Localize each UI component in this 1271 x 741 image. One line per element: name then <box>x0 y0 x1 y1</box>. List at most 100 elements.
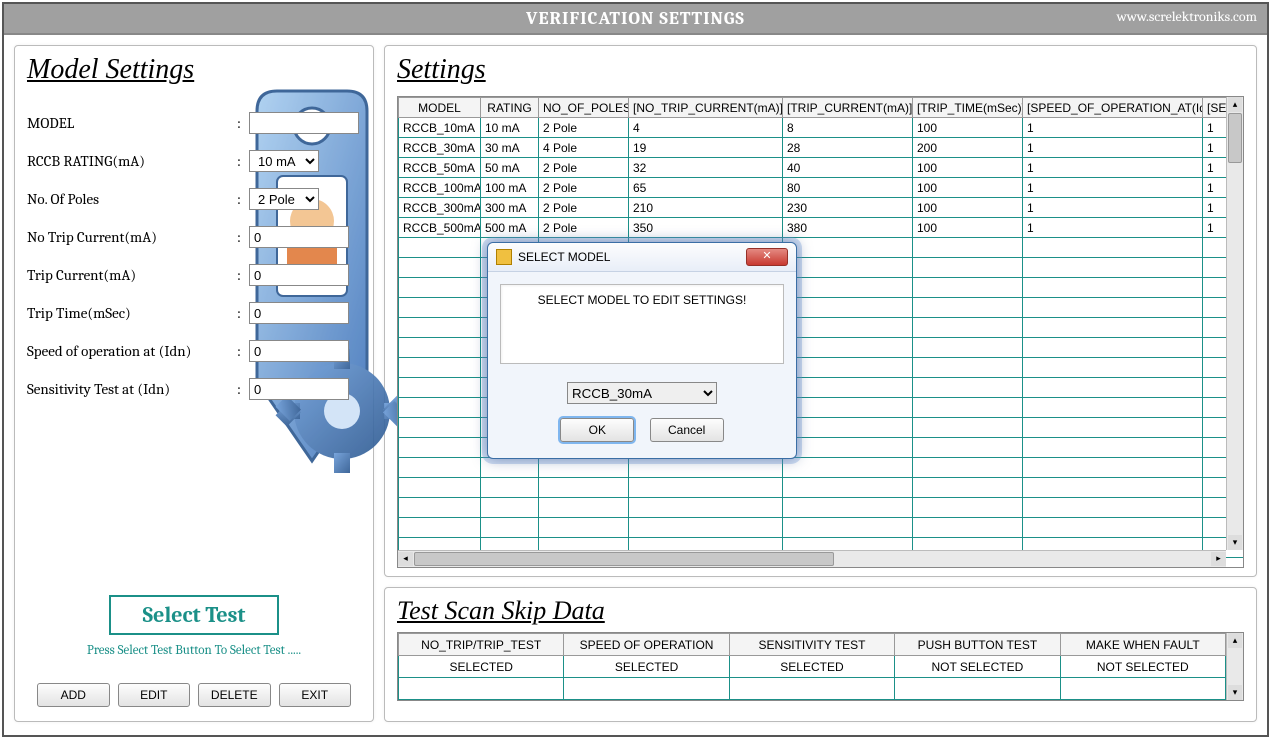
dialog-model-select[interactable]: RCCB_30mA <box>567 382 717 404</box>
skip-cell[interactable] <box>895 678 1060 700</box>
table-cell[interactable] <box>1023 258 1203 278</box>
table-cell[interactable]: 8 <box>783 118 913 138</box>
table-cell[interactable]: 1 <box>1023 198 1203 218</box>
table-cell[interactable]: RCCB_10mA <box>399 118 481 138</box>
table-cell[interactable] <box>913 398 1023 418</box>
triptime-input[interactable] <box>249 302 349 324</box>
table-cell[interactable] <box>399 278 481 298</box>
table-cell[interactable]: 2 Pole <box>539 218 629 238</box>
table-cell[interactable] <box>539 458 629 478</box>
table-cell[interactable]: RCCB_300mA <box>399 198 481 218</box>
table-cell[interactable] <box>629 498 783 518</box>
table-cell[interactable] <box>1023 398 1203 418</box>
table-cell[interactable] <box>783 358 913 378</box>
table-row[interactable]: RCCB_300mA300 mA2 Pole21023010011 <box>399 198 1245 218</box>
table-cell[interactable] <box>539 478 629 498</box>
table-cell[interactable] <box>913 478 1023 498</box>
table-cell[interactable]: 350 <box>629 218 783 238</box>
settings-column-header[interactable]: [TRIP_TIME(mSec)] <box>913 98 1023 118</box>
table-cell[interactable]: 50 mA <box>481 158 539 178</box>
table-cell[interactable] <box>783 478 913 498</box>
table-cell[interactable] <box>913 238 1023 258</box>
table-cell[interactable] <box>399 238 481 258</box>
dialog-titlebar[interactable]: SELECT MODEL ✕ <box>488 243 796 272</box>
skip-column-header[interactable]: MAKE WHEN FAULT <box>1060 634 1225 656</box>
scroll-down-arrow-icon[interactable]: ▾ <box>1228 685 1242 700</box>
table-cell[interactable] <box>1023 338 1203 358</box>
settings-column-header[interactable]: [NO_TRIP_CURRENT(mA)] <box>629 98 783 118</box>
scroll-up-arrow-icon[interactable]: ▴ <box>1228 633 1242 648</box>
table-cell[interactable] <box>1023 378 1203 398</box>
table-cell[interactable] <box>913 358 1023 378</box>
table-cell[interactable]: 4 <box>629 118 783 138</box>
table-cell[interactable] <box>399 498 481 518</box>
table-cell[interactable] <box>913 298 1023 318</box>
table-cell[interactable] <box>399 458 481 478</box>
table-cell[interactable]: RCCB_500mA <box>399 218 481 238</box>
table-cell[interactable] <box>399 358 481 378</box>
skip-cell[interactable]: SELECTED <box>729 656 894 678</box>
rating-select[interactable]: 10 mA <box>249 150 319 172</box>
table-cell[interactable]: 210 <box>629 198 783 218</box>
dialog-close-button[interactable]: ✕ <box>746 248 788 266</box>
table-cell[interactable]: RCCB_50mA <box>399 158 481 178</box>
table-cell[interactable] <box>481 478 539 498</box>
settings-column-header[interactable]: [TRIP_CURRENT(mA)] <box>783 98 913 118</box>
table-cell[interactable] <box>783 458 913 478</box>
table-cell[interactable]: 300 mA <box>481 198 539 218</box>
speed-input[interactable] <box>249 340 349 362</box>
scroll-right-arrow-icon[interactable]: ▸ <box>1211 552 1226 566</box>
table-cell[interactable] <box>1023 358 1203 378</box>
table-cell[interactable]: 28 <box>783 138 913 158</box>
table-row[interactable] <box>399 498 1245 518</box>
table-cell[interactable] <box>399 438 481 458</box>
table-cell[interactable]: 2 Pole <box>539 118 629 138</box>
table-cell[interactable] <box>913 278 1023 298</box>
select-test-button[interactable]: Select Test <box>109 595 279 635</box>
table-cell[interactable]: 2 Pole <box>539 158 629 178</box>
table-row[interactable]: RCCB_100mA100 mA2 Pole658010011 <box>399 178 1245 198</box>
skip-cell[interactable] <box>399 678 564 700</box>
table-cell[interactable]: RCCB_30mA <box>399 138 481 158</box>
table-cell[interactable]: 100 mA <box>481 178 539 198</box>
scroll-thumb[interactable] <box>1228 113 1242 163</box>
table-cell[interactable] <box>783 378 913 398</box>
table-cell[interactable] <box>783 498 913 518</box>
table-cell[interactable]: 100 <box>913 178 1023 198</box>
table-cell[interactable]: 1 <box>1023 218 1203 238</box>
skip-cell[interactable] <box>729 678 894 700</box>
table-cell[interactable]: 40 <box>783 158 913 178</box>
table-cell[interactable] <box>399 258 481 278</box>
table-cell[interactable]: 230 <box>783 198 913 218</box>
notrip-input[interactable] <box>249 226 349 248</box>
table-cell[interactable] <box>783 258 913 278</box>
table-cell[interactable]: 100 <box>913 218 1023 238</box>
table-row[interactable] <box>399 518 1245 538</box>
table-cell[interactable] <box>399 518 481 538</box>
table-cell[interactable]: 1 <box>1023 158 1203 178</box>
table-cell[interactable]: 500 mA <box>481 218 539 238</box>
table-cell[interactable] <box>399 298 481 318</box>
skip-vertical-scrollbar[interactable]: ▴ ▾ <box>1226 633 1243 700</box>
table-row[interactable] <box>399 478 1245 498</box>
model-input[interactable] <box>249 112 359 134</box>
table-cell[interactable] <box>783 238 913 258</box>
table-cell[interactable]: 10 mA <box>481 118 539 138</box>
table-cell[interactable] <box>913 498 1023 518</box>
skip-cell[interactable] <box>1060 678 1225 700</box>
table-cell[interactable]: 80 <box>783 178 913 198</box>
table-cell[interactable]: 2 Pole <box>539 178 629 198</box>
skip-cell[interactable]: SELECTED <box>399 656 564 678</box>
skip-cell[interactable]: NOT SELECTED <box>895 656 1060 678</box>
table-cell[interactable] <box>1023 438 1203 458</box>
table-cell[interactable] <box>629 458 783 478</box>
sensitivity-input[interactable] <box>249 378 349 400</box>
table-cell[interactable] <box>399 318 481 338</box>
table-cell[interactable] <box>1023 498 1203 518</box>
delete-button[interactable]: DELETE <box>198 683 271 707</box>
table-cell[interactable] <box>1023 478 1203 498</box>
table-row[interactable]: RCCB_10mA10 mA2 Pole4810011 <box>399 118 1245 138</box>
exit-button[interactable]: EXIT <box>279 683 352 707</box>
poles-select[interactable]: 2 Pole <box>249 188 319 210</box>
table-cell[interactable]: RCCB_100mA <box>399 178 481 198</box>
